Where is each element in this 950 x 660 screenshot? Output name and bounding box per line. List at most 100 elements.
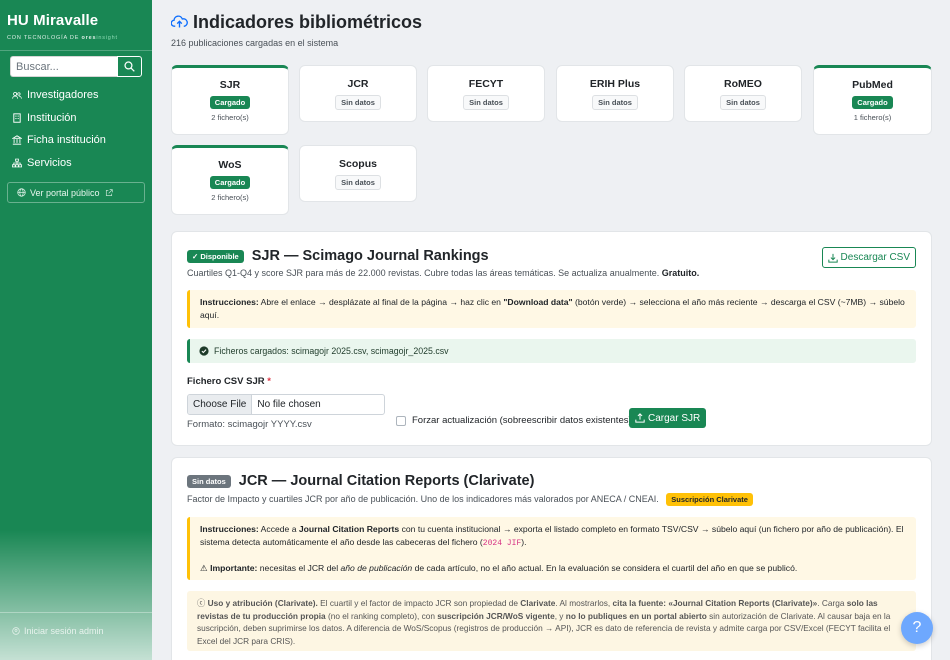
main-content: Indicadores bibliométricos 216 publicaci… — [152, 0, 950, 660]
cloud-upload-icon — [171, 14, 188, 31]
source-card-jcr[interactable]: JCR Sin datos — [299, 65, 417, 122]
usage-label: Uso y atribución (Clarivate). — [207, 598, 318, 608]
usage-bold-2: cita la fuente: «Journal Citation Report… — [612, 598, 818, 608]
public-portal-link[interactable]: Ver portal público — [7, 182, 145, 203]
download-csv-label: Descargar CSV — [840, 252, 910, 263]
loaded-files-text: Ficheros cargados: scimagojr 2025.csv, s… — [214, 346, 449, 356]
upload-icon — [635, 413, 645, 423]
help-label: ? — [912, 619, 922, 636]
choose-file-button[interactable]: Choose File — [188, 395, 253, 414]
status-badge: Cargado — [209, 176, 251, 189]
instr-label: Instrucciones: — [200, 297, 259, 307]
jcr-header: Sin datos JCR — Journal Citation Reports… — [187, 473, 534, 489]
jcr-panel: Sin datos JCR — Journal Citation Reports… — [171, 457, 932, 660]
field-label-text: Fichero CSV SJR — [187, 376, 265, 387]
no-file-text: No file chosen — [257, 399, 321, 410]
external-link-icon — [105, 188, 113, 197]
source-name: PubMed — [852, 79, 893, 91]
bank-icon — [12, 135, 22, 145]
jcr-instr-line: Instrucciones: Accede a Journal Citation… — [200, 523, 906, 550]
jcr-title: JCR — Journal Citation Reports (Clarivat… — [238, 473, 535, 489]
sidebar-item-ficha-institucion[interactable]: Ficha institución — [0, 129, 152, 152]
source-name: RoMEO — [724, 78, 762, 90]
sidebar-item-servicios[interactable]: Servicios — [0, 152, 152, 175]
source-card-scopus[interactable]: Scopus Sin datos — [299, 145, 417, 202]
sjr-desc-text: Cuartiles Q1-Q4 y score SJR para más de … — [187, 268, 660, 278]
sidebar-nav: Investigadores Institución Ficha institu… — [0, 84, 152, 174]
sjr-file-label: Fichero CSV SJR * — [187, 376, 271, 387]
usage-text-f: , y — [554, 610, 564, 621]
brand-subtitle: CON TECNOLOGÍA DE oresinsight — [7, 35, 145, 41]
search-icon — [124, 61, 135, 72]
help-button[interactable]: ? — [901, 612, 933, 644]
page-subtitle: 216 publicaciones cargadas en el sistema — [171, 38, 339, 48]
important-em: año de publicación — [340, 563, 413, 573]
page-title: Indicadores bibliométricos — [171, 12, 422, 33]
source-name: ERIH Plus — [589, 78, 641, 90]
upload-sjr-button[interactable]: Cargar SJR — [629, 408, 707, 428]
sidebar-item-institucion[interactable]: Institución — [0, 107, 152, 130]
sidebar-item-label: Investigadores — [27, 89, 99, 102]
source-card-sjr[interactable]: SJR Cargado 2 fichero(s) — [171, 65, 289, 135]
instr-text-a: Abre el enlace → desplázate al final de … — [260, 297, 501, 307]
sitemap-icon — [12, 158, 22, 168]
file-count: 2 fichero(s) — [211, 113, 249, 122]
info-icon: ⓒ — [197, 598, 206, 608]
format-hint: Formato: scimagojr YYYY.csv — [187, 419, 312, 430]
globe-icon — [17, 188, 26, 197]
sidebar-item-label: Institución — [27, 111, 77, 124]
admin-login-link[interactable]: Iniciar sesión admin — [12, 626, 104, 636]
sidebar: HU Miravalle CON TECNOLOGÍA DE oresinsig… — [0, 0, 152, 660]
status-badge: Cargado — [209, 96, 251, 109]
checkbox-box[interactable] — [396, 415, 406, 426]
brand-sub-insight: insight — [96, 35, 118, 41]
important-label: Importante: — [210, 563, 258, 573]
sjr-panel: ✓ Disponible SJR — Scimago Journal Ranki… — [171, 231, 932, 446]
jcr-description: Factor de Impacto y cuartiles JCR por añ… — [187, 493, 753, 506]
force-update-checkbox[interactable]: Forzar actualización (sobreescribir dato… — [396, 415, 632, 426]
jcr-usage-note: ⓒ Uso y atribución (Clarivate). El cuart… — [187, 591, 916, 651]
sjr-file-input[interactable]: Choose File No file chosen — [187, 394, 385, 415]
source-card-pubmed[interactable]: PubMed Cargado 1 fichero(s) — [813, 65, 932, 135]
instr-text-c: ). — [521, 537, 527, 547]
sjr-desc-bold: Gratuito. — [661, 268, 700, 278]
brand: HU Miravalle CON TECNOLOGÍA DE oresinsig… — [0, 0, 152, 41]
source-name: JCR — [347, 78, 369, 90]
loaded-files-alert: Ficheros cargados: scimagojr 2025.csv, s… — [187, 339, 916, 363]
usage-text-e: (no el ranking completo), con — [327, 610, 435, 621]
source-name: SJR — [219, 79, 241, 91]
building-icon — [12, 113, 22, 123]
file-count: 1 fichero(s) — [853, 113, 892, 122]
source-name: Scopus — [339, 158, 377, 170]
source-card-wos[interactable]: WoS Cargado 2 fichero(s) — [171, 145, 289, 215]
usage-bold-5: no lo publiques en un portal abierto — [565, 610, 707, 621]
jcr-important-line: ⚠ Importante: necesitas el JCR del año d… — [200, 562, 906, 575]
usage-text-d: . Carga — [817, 598, 845, 608]
warning-icon: ⚠ — [200, 563, 208, 573]
sidebar-item-label: Servicios — [27, 156, 72, 169]
search-input[interactable] — [10, 56, 117, 77]
jcr-desc-text: Factor de Impacto y cuartiles JCR por añ… — [187, 494, 659, 504]
instr-bold: Journal Citation Reports — [298, 524, 400, 534]
source-card-erih-plus[interactable]: ERIH Plus Sin datos — [556, 65, 674, 122]
sjr-title: SJR — Scimago Journal Rankings — [251, 248, 489, 264]
sidebar-item-investigadores[interactable]: Investigadores — [0, 84, 152, 107]
admin-login-label: Iniciar sesión admin — [24, 626, 104, 636]
check-circle-icon — [199, 346, 209, 356]
status-badge: Sin datos — [720, 95, 766, 110]
status-badge: Sin datos — [335, 95, 381, 110]
instr-code: 2024 JIF — [482, 539, 522, 548]
source-name: FECYT — [468, 78, 504, 90]
file-count: 2 fichero(s) — [211, 193, 249, 202]
search-button[interactable] — [117, 56, 142, 77]
divider — [0, 50, 152, 51]
users-icon — [12, 90, 22, 100]
login-icon — [12, 627, 20, 635]
usage-bold-1: Clarivate — [520, 598, 556, 608]
jcr-instructions: Instrucciones: Accede a Journal Citation… — [187, 517, 916, 580]
sjr-header: ✓ Disponible SJR — Scimago Journal Ranki… — [187, 248, 489, 264]
download-csv-button[interactable]: Descargar CSV — [821, 247, 916, 268]
source-card-fecyt[interactable]: FECYT Sin datos — [427, 65, 545, 122]
usage-text-a: El cuartil y el factor de impacto JCR so… — [320, 598, 518, 608]
source-card-romeo[interactable]: RoMEO Sin datos — [684, 65, 802, 122]
